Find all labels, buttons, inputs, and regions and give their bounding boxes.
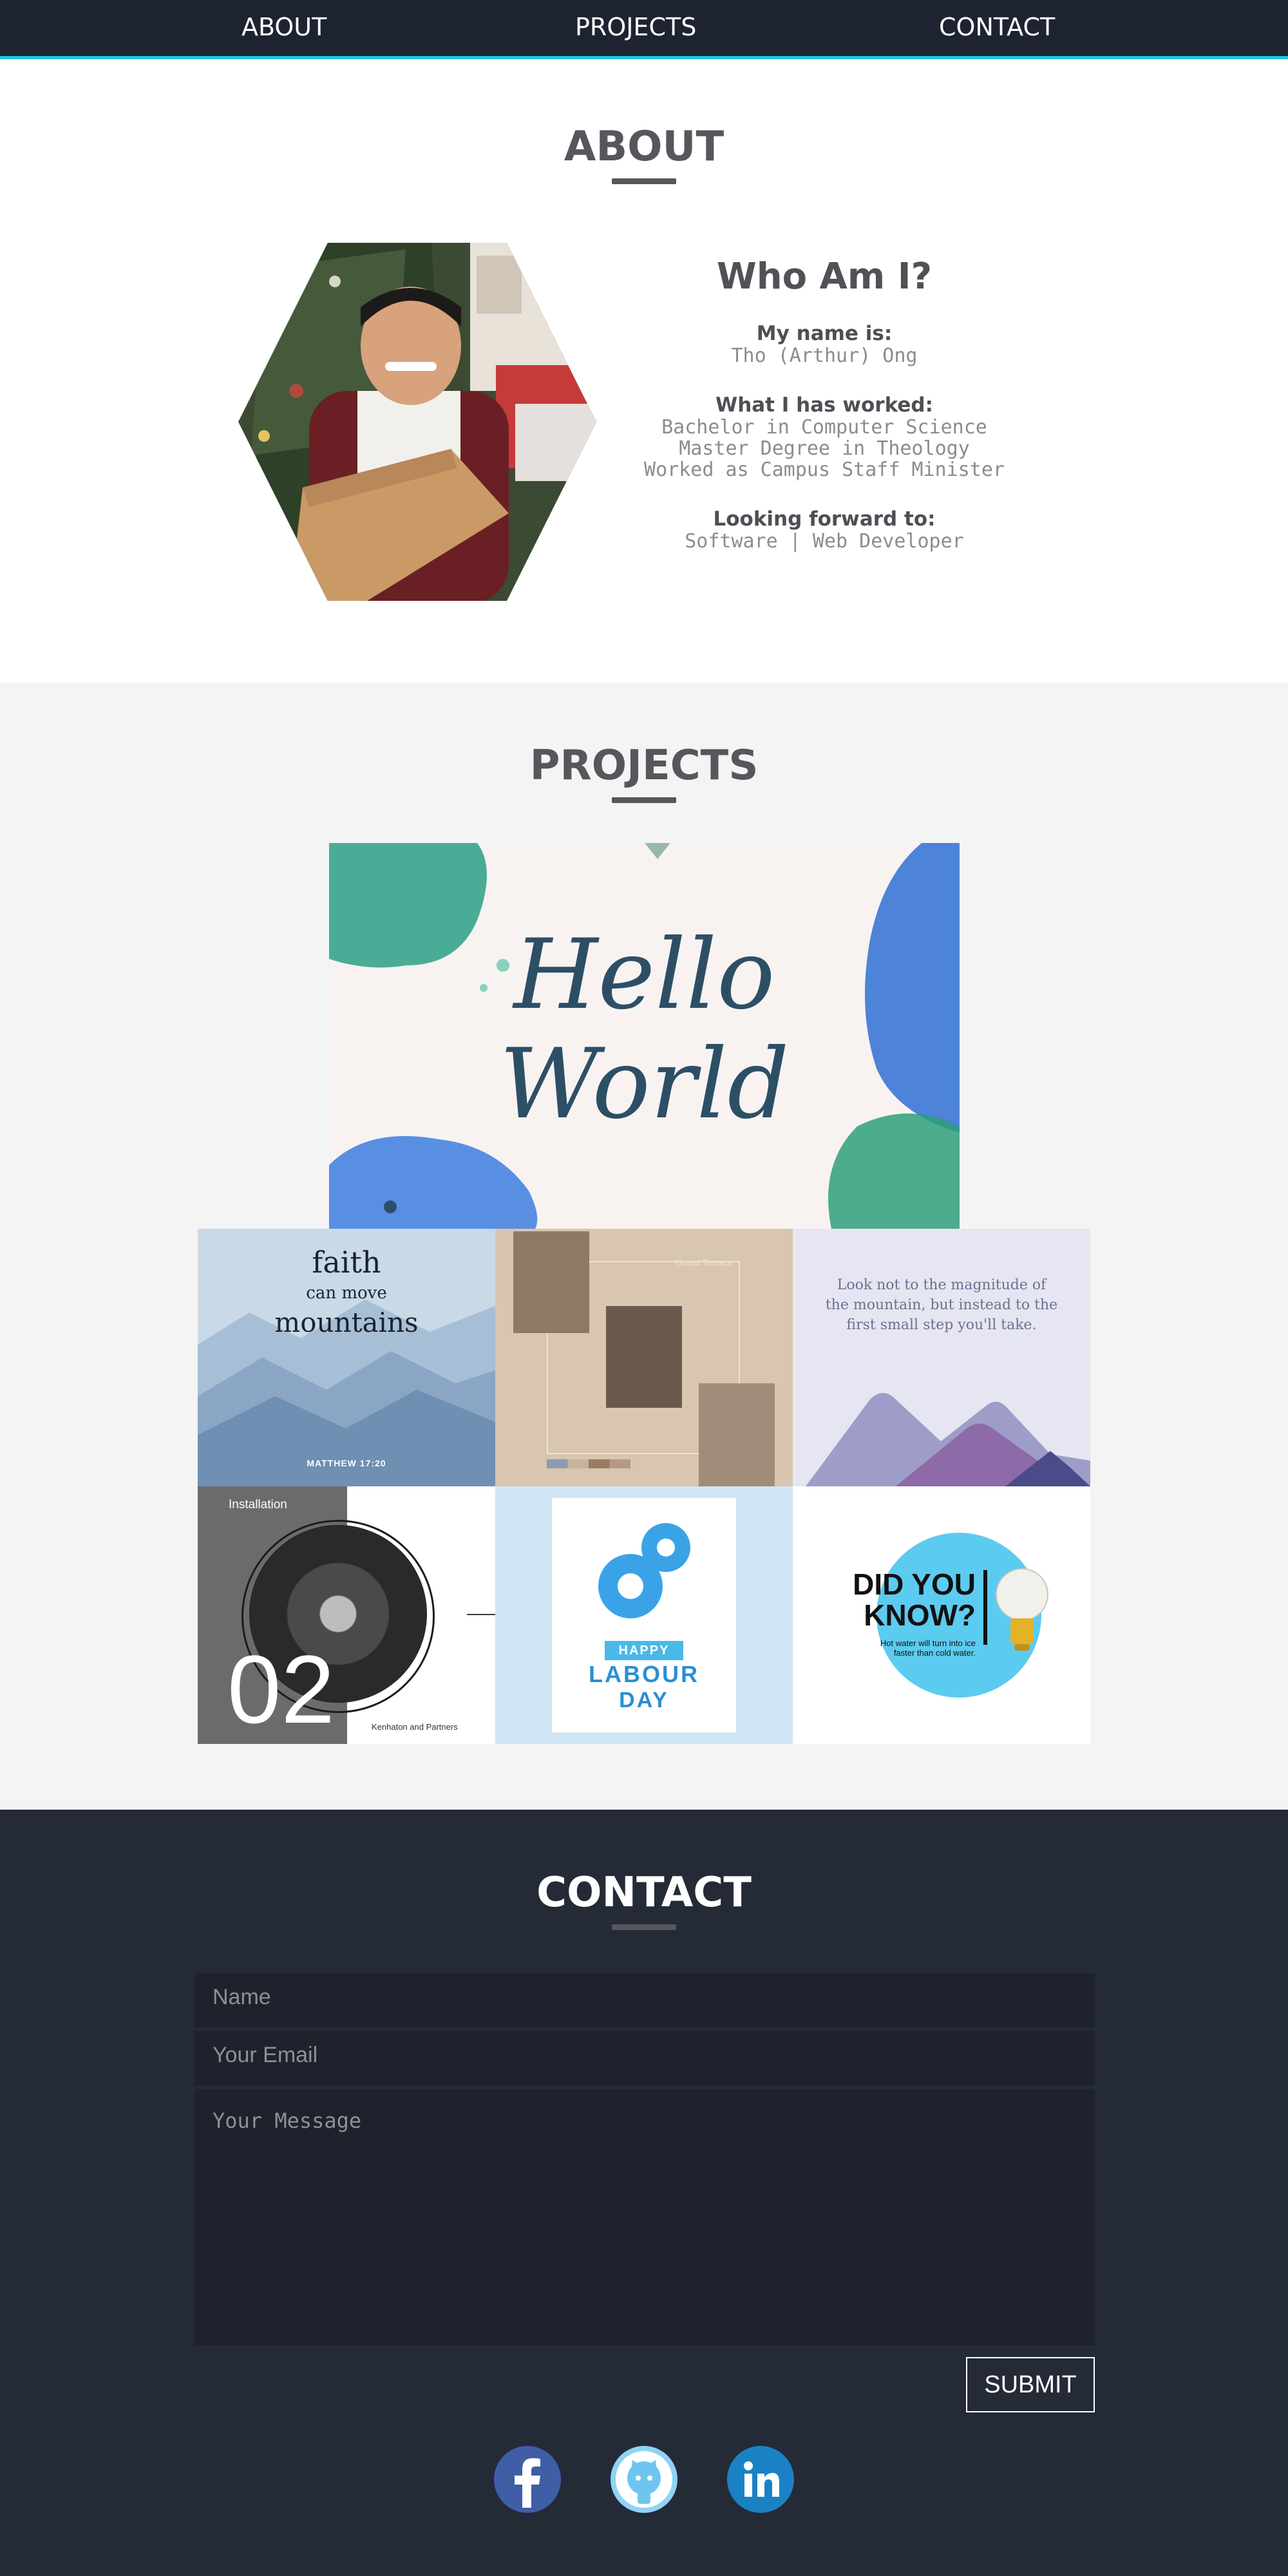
worked-item: Master Degree in Theology (679, 437, 970, 460)
github-icon[interactable] (611, 2446, 677, 2513)
project-did-you-know[interactable]: DID YOU KNOW? Hot water will turn into i… (793, 1486, 1090, 1744)
forward-label: Looking forward to: (713, 507, 936, 531)
projects-title-underline (612, 797, 676, 803)
mountains-text: mountains (274, 1307, 419, 1338)
day-text: DAY (619, 1688, 669, 1712)
name-group: My name is: Tho (Arthur) Ong (618, 322, 1030, 366)
who-am-i-heading: Who Am I? (716, 256, 933, 298)
name-label: My name is: (756, 322, 893, 345)
nav-contact-link[interactable]: CONTACT (939, 13, 1055, 41)
top-navigation: ABOUT PROJECTS CONTACT (0, 0, 1288, 59)
project-faith-mountains[interactable]: faith can move mountains MATTHEW 17:20 (198, 1229, 495, 1486)
lightbulb-icon (996, 1568, 1048, 1651)
forward-value: Software | Web Developer (685, 530, 964, 553)
can-move-text: can move (306, 1283, 387, 1303)
contact-title: CONTACT (536, 1869, 752, 1917)
email-field[interactable]: Your Email (194, 2031, 1095, 2085)
project-labour-day[interactable]: HAPPY LABOUR DAY (495, 1486, 793, 1744)
faith-text: faith (312, 1245, 381, 1280)
worked-label: What I has worked: (715, 393, 933, 417)
collage-photo (606, 1306, 682, 1408)
installation-caption: Kenhaton and Partners (372, 1722, 458, 1732)
linkedin-icon[interactable] (727, 2446, 794, 2513)
facebook-icon[interactable] (494, 2446, 561, 2513)
collage-photo (699, 1383, 775, 1486)
nav-about-link[interactable]: ABOUT (242, 13, 327, 41)
worked-group: What I has worked: Bachelor in Computer … (618, 393, 1030, 480)
forward-group: Looking forward to: Software | Web Devel… (618, 507, 1030, 552)
about-title-underline (612, 178, 676, 184)
name-field[interactable]: Name (194, 1973, 1095, 2027)
world-text: World (499, 1028, 790, 1141)
message-field[interactable]: Your Message (194, 2089, 1095, 2345)
labour-text: LABOUR (589, 1661, 699, 1687)
project-mountain-quote[interactable]: Look not to the magnitude of the mountai… (793, 1229, 1090, 1486)
color-swatch-bar (547, 1459, 630, 1468)
about-title: ABOUT (564, 123, 724, 171)
installation-label: Installation (229, 1498, 287, 1511)
submit-button[interactable]: SUBMIT (966, 2357, 1095, 2412)
worked-item: Bachelor in Computer Science (661, 416, 987, 439)
name-placeholder: Name (213, 1985, 271, 2009)
about-info: Who Am I? My name is: Tho (Arthur) Ong W… (618, 256, 1030, 579)
contact-title-underline (612, 1924, 676, 1930)
name-value: Tho (Arthur) Ong (731, 345, 918, 367)
verse-caption: MATTHEW 17:20 (307, 1458, 386, 1468)
profile-photo (238, 243, 596, 601)
installation-number: 02 (227, 1635, 335, 1743)
project-photo-collage[interactable]: Grand Terrace (495, 1229, 793, 1486)
happy-ribbon: HAPPY (605, 1641, 683, 1660)
message-placeholder: Your Message (213, 2108, 362, 2133)
about-section: ABOUT Who Am I? My name is: Tho (Arthur)… (0, 62, 1288, 683)
hello-text: Hello (513, 919, 775, 1031)
projects-title: PROJECTS (529, 742, 759, 790)
nav-projects-link[interactable]: PROJECTS (575, 13, 696, 41)
installation-line (467, 1614, 495, 1615)
project-installation[interactable]: Installation 02 Kenhaton and Partners (198, 1486, 495, 1744)
collage-caption: Grand Terrace (676, 1258, 733, 1267)
collage-photo (513, 1231, 589, 1333)
project-hello-world[interactable]: Hello World (329, 843, 960, 1229)
email-placeholder: Your Email (213, 2043, 318, 2067)
projects-section: PROJECTS Hello World faith can move moun… (0, 683, 1288, 1810)
worked-item: Worked as Campus Staff Minister (644, 459, 1005, 481)
